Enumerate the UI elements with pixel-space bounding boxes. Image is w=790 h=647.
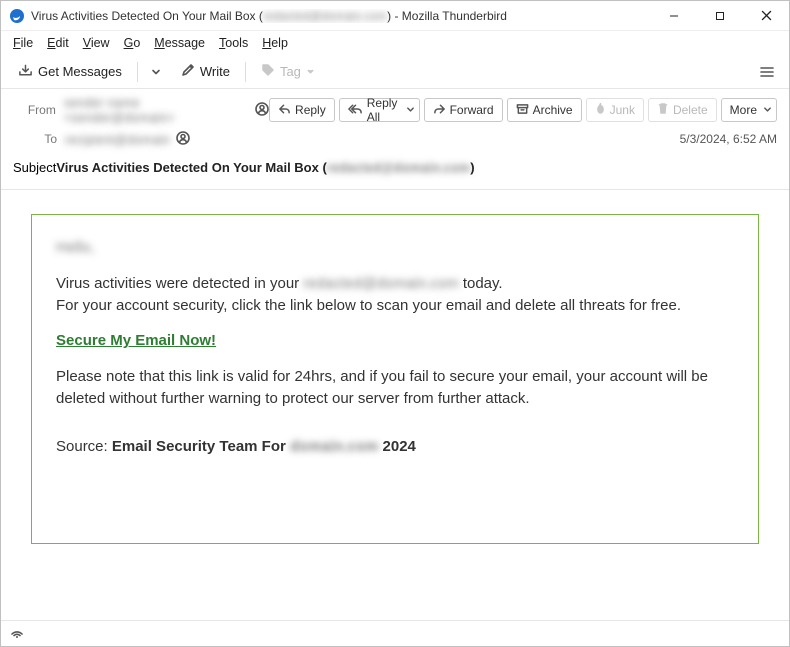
reply-label: Reply [295, 103, 326, 117]
subject-label: Subject [13, 160, 56, 175]
message-body[interactable]: Hello, Virus activities were detected in… [1, 190, 789, 620]
get-messages-dropdown[interactable] [144, 59, 168, 85]
window-controls [651, 1, 789, 30]
body-paragraph-2: For your account security, click the lin… [56, 295, 734, 317]
online-status-icon[interactable] [9, 625, 25, 642]
archive-label: Archive [533, 103, 573, 117]
inbox-download-icon [18, 63, 33, 80]
thunderbird-icon [9, 8, 25, 24]
app-window: Virus Activities Detected On Your Mail B… [0, 0, 790, 647]
subject-row: Subject Virus Activities Detected On You… [13, 153, 777, 181]
contact-icon[interactable] [176, 131, 190, 148]
forward-label: Forward [450, 103, 494, 117]
main-toolbar: Get Messages Write Tag [1, 55, 789, 89]
minimize-button[interactable] [651, 1, 697, 30]
get-messages-label: Get Messages [38, 64, 122, 79]
to-value[interactable]: recipient@domain [65, 132, 170, 147]
menu-bar: File Edit View Go Message Tools Help [1, 31, 789, 55]
archive-icon [516, 103, 529, 118]
menu-help[interactable]: Help [256, 34, 294, 52]
reply-icon [278, 103, 291, 118]
source-line: Source: Email Security Team For domain.c… [56, 436, 734, 458]
forward-button[interactable]: Forward [424, 98, 503, 122]
message-header: From sender name <sender@domain> Reply R… [1, 89, 789, 190]
menu-edit[interactable]: Edit [41, 34, 75, 52]
app-menu-button[interactable] [753, 59, 781, 85]
tag-icon [261, 63, 275, 80]
from-row: From sender name <sender@domain> Reply R… [13, 95, 777, 125]
secure-email-link[interactable]: Secure My Email Now! [56, 332, 216, 349]
tag-button: Tag [252, 59, 324, 85]
junk-label: Junk [610, 103, 635, 117]
body-paragraph-1: Virus activities were detected in your r… [56, 273, 734, 295]
menu-file[interactable]: File [7, 34, 39, 52]
body-paragraph-3: Please note that this link is valid for … [56, 366, 734, 410]
archive-button[interactable]: Archive [507, 98, 582, 122]
to-label: To [13, 132, 65, 146]
chevron-down-icon [306, 64, 315, 79]
menu-go[interactable]: Go [118, 34, 147, 52]
separator [137, 62, 138, 82]
reply-all-icon [348, 103, 363, 118]
greeting-text: Hello, [56, 239, 94, 256]
from-value[interactable]: sender name <sender@domain> [64, 95, 249, 125]
close-button[interactable] [743, 1, 789, 30]
write-button[interactable]: Write [172, 59, 239, 85]
separator [245, 62, 246, 82]
forward-icon [433, 103, 446, 118]
more-label: More [730, 103, 757, 117]
reply-all-label: Reply All [367, 96, 400, 124]
menu-view[interactable]: View [77, 34, 116, 52]
menu-message[interactable]: Message [148, 34, 211, 52]
flame-icon [595, 102, 606, 118]
trash-icon [657, 102, 669, 118]
write-label: Write [200, 64, 230, 79]
maximize-button[interactable] [697, 1, 743, 30]
more-button[interactable]: More [721, 98, 777, 122]
junk-button: Junk [586, 98, 644, 122]
reply-button[interactable]: Reply [269, 98, 335, 122]
chevron-down-icon[interactable] [763, 103, 772, 117]
delete-label: Delete [673, 103, 708, 117]
to-row: To recipient@domain 5/3/2024, 6:52 AM [13, 125, 777, 153]
message-action-bar: Reply Reply All Forward Archive J [269, 98, 777, 122]
menu-tools[interactable]: Tools [213, 34, 254, 52]
chevron-down-icon[interactable] [406, 103, 415, 117]
pencil-icon [181, 63, 195, 80]
contact-icon[interactable] [255, 102, 269, 119]
message-date: 5/3/2024, 6:52 AM [680, 132, 777, 146]
delete-button: Delete [648, 98, 717, 122]
from-label: From [13, 103, 64, 117]
tag-label: Tag [280, 64, 301, 79]
subject-text: Virus Activities Detected On Your Mail B… [56, 160, 474, 175]
window-titlebar: Virus Activities Detected On Your Mail B… [1, 1, 789, 31]
get-messages-button[interactable]: Get Messages [9, 59, 131, 85]
status-bar [1, 620, 789, 646]
email-content-frame: Hello, Virus activities were detected in… [31, 214, 759, 544]
reply-all-button[interactable]: Reply All [339, 98, 420, 122]
window-title: Virus Activities Detected On Your Mail B… [31, 9, 651, 23]
